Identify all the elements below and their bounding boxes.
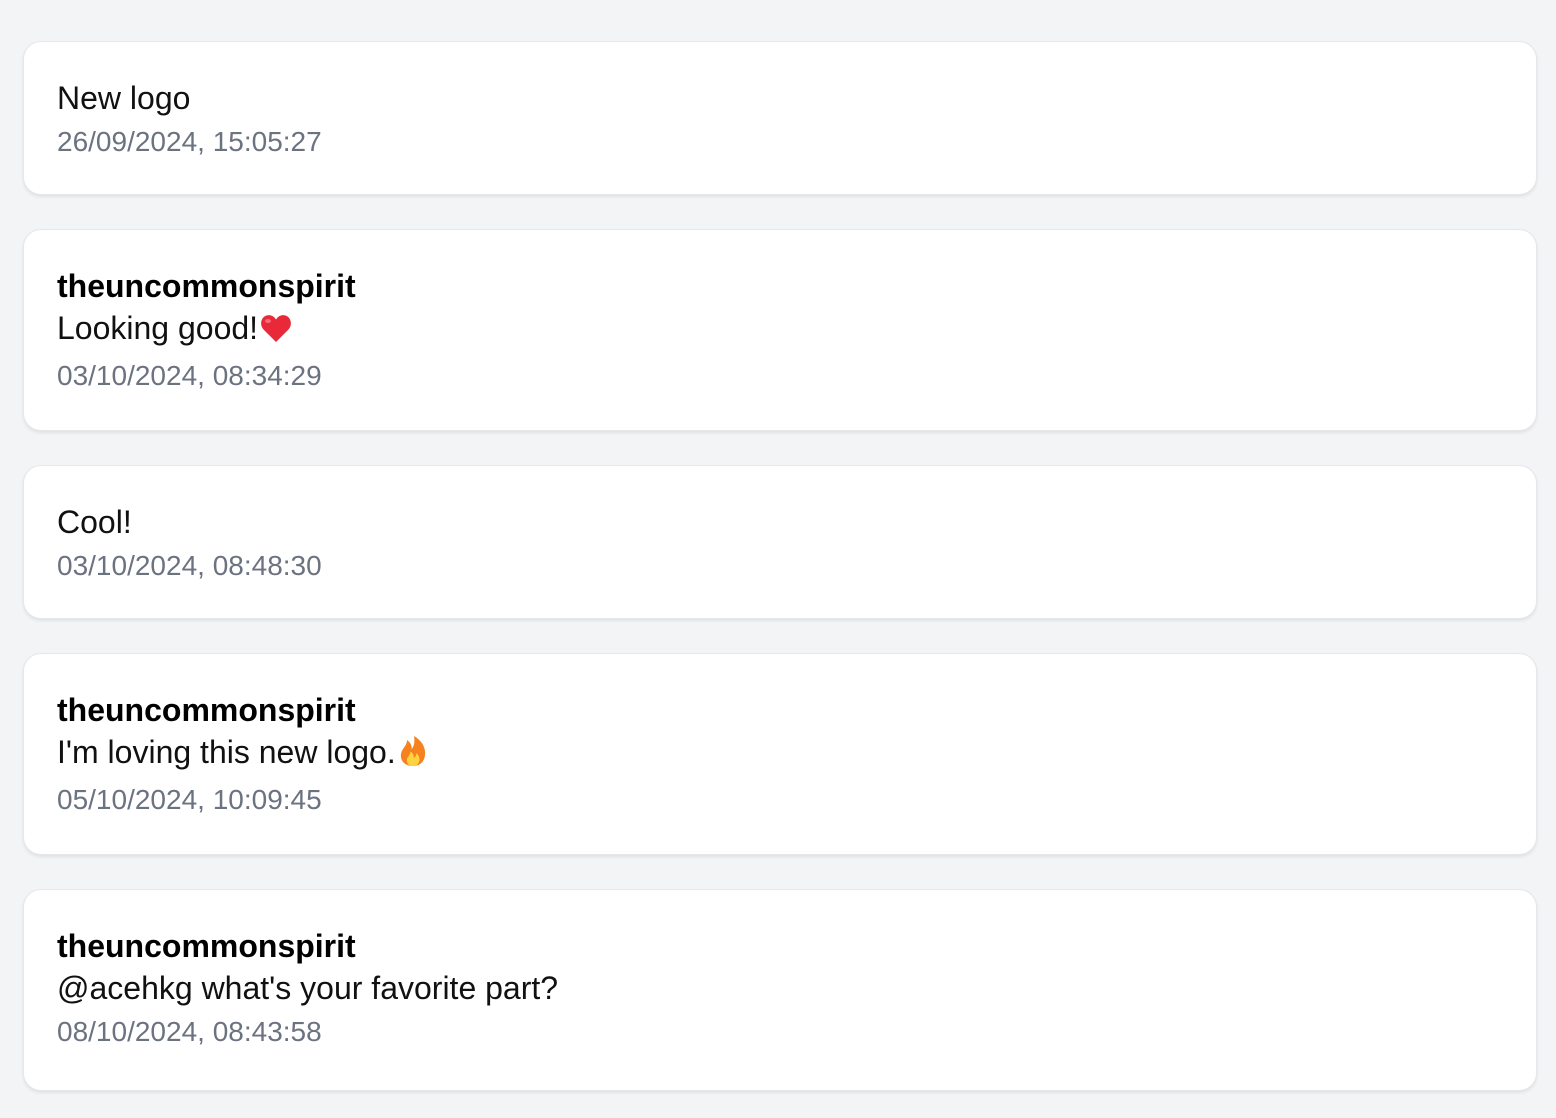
comment-card: theuncommonspirit Looking good! 03/10/20…: [23, 229, 1537, 431]
comment-feed: New logo 26/09/2024, 15:05:27 theuncommo…: [0, 0, 1556, 1118]
comment-card: theuncommonspirit @acehkg what's your fa…: [23, 889, 1537, 1091]
comment-text: Cool!: [57, 504, 132, 540]
comment-text: I'm loving this new logo.: [57, 734, 396, 770]
comment-timestamp: 03/10/2024, 08:34:29: [57, 360, 322, 391]
comment-author[interactable]: theuncommonspirit: [57, 926, 1503, 966]
comment-text-line: I'm loving this new logo.: [57, 730, 1503, 778]
comment-text: @acehkg what's your favorite part?: [57, 970, 559, 1006]
comment-text: New logo: [57, 80, 191, 116]
comment-timestamp: 03/10/2024, 08:48:30: [57, 550, 322, 581]
comment-text-line: Looking good!: [57, 306, 1503, 354]
comment-author[interactable]: theuncommonspirit: [57, 266, 1503, 306]
comment-card: Cool! 03/10/2024, 08:48:30: [23, 465, 1537, 619]
comment-timestamp: 08/10/2024, 08:43:58: [57, 1016, 322, 1047]
comment-timestamp: 05/10/2024, 10:09:45: [57, 784, 322, 815]
heart-icon: [260, 310, 292, 354]
comment-card: theuncommonspirit I'm loving this new lo…: [23, 653, 1537, 855]
comment-author[interactable]: theuncommonspirit: [57, 690, 1503, 730]
comment-timestamp: 26/09/2024, 15:05:27: [57, 126, 322, 157]
fire-icon: [398, 734, 428, 778]
comment-card: New logo 26/09/2024, 15:05:27: [23, 41, 1537, 195]
comment-text: Looking good!: [57, 310, 259, 346]
